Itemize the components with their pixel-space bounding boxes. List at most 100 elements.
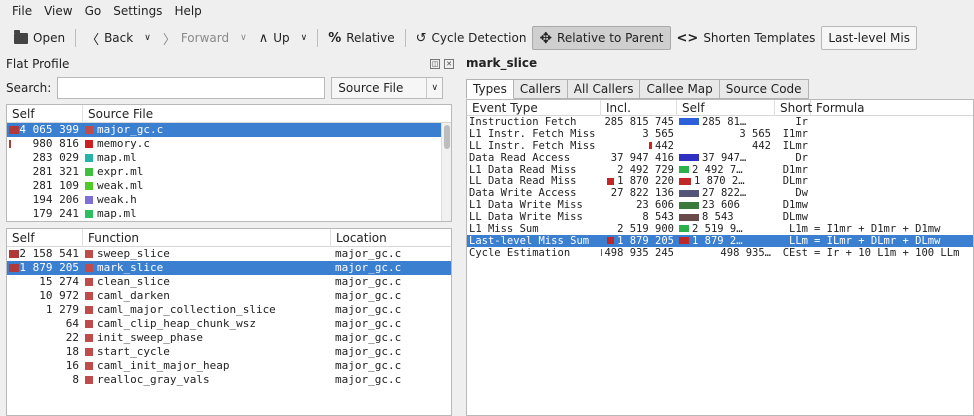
- self-cost-cell: 64: [7, 317, 83, 331]
- table-row[interactable]: 980 816 memory.c: [7, 137, 451, 151]
- column-header-self[interactable]: Self: [7, 229, 83, 247]
- event-type-table-header: Event Type Incl. Self Short Formula: [467, 100, 973, 116]
- table-row[interactable]: Data Read Access 37 947 416 37 947… Dr: [467, 152, 973, 164]
- function-name: realloc_gray_vals: [97, 373, 210, 386]
- source-file-cell: memory.c: [83, 137, 150, 151]
- table-row[interactable]: LL Data Write Miss 8 543 8 543 DLmw: [467, 211, 973, 223]
- column-header-short[interactable]: Short: [775, 100, 812, 116]
- file-color-icon: [85, 196, 93, 204]
- function-name-cell: start_cycle: [83, 345, 331, 359]
- self-cost-cell: 16: [7, 359, 83, 373]
- column-header-self[interactable]: Self: [677, 100, 775, 116]
- self-cost-value: 498 935…: [720, 246, 771, 259]
- table-row[interactable]: 1 879 205 mark_slice major_gc.c: [7, 261, 451, 275]
- tab-types[interactable]: Types: [466, 79, 514, 99]
- cycle-detection-toggle[interactable]: ↺ Cycle Detection: [410, 26, 533, 50]
- column-header-event-type[interactable]: Event Type: [467, 100, 601, 116]
- self-cost-value: 281 321: [32, 165, 79, 178]
- self-cost-cell: 37 947…: [677, 152, 775, 164]
- chevron-down-icon[interactable]: ∨: [144, 33, 151, 43]
- table-row[interactable]: 2 158 541 sweep_slice major_gc.c: [7, 247, 451, 261]
- toolbar-separator: [75, 29, 77, 47]
- menu-file[interactable]: File: [6, 0, 38, 22]
- formula: [811, 199, 973, 211]
- back-button[interactable]: 〈 Back ∨: [80, 26, 157, 50]
- search-row: Search: Source File ∨: [6, 76, 458, 100]
- table-row[interactable]: L1 Data Write Miss 23 606 23 606 D1mw: [467, 199, 973, 211]
- float-icon[interactable]: ◫: [430, 59, 440, 69]
- relative-toggle[interactable]: % Relative: [322, 26, 400, 50]
- self-cost-cell: 8: [7, 373, 83, 387]
- table-row[interactable]: L1 Instr. Fetch Miss 3 565 3 565 I1mr: [467, 128, 973, 140]
- tab-callee-map[interactable]: Callee Map: [640, 79, 720, 99]
- close-icon[interactable]: ✕: [444, 59, 454, 69]
- grouping-select[interactable]: Source File ∨: [331, 77, 444, 99]
- table-row[interactable]: 8 realloc_gray_vals major_gc.c: [7, 373, 451, 387]
- search-input[interactable]: [57, 77, 326, 99]
- file-color-icon: [85, 140, 93, 148]
- menu-settings[interactable]: Settings: [107, 0, 168, 22]
- inclusive-cost-cell: 1 879 205: [601, 235, 677, 247]
- column-header-source-file[interactable]: Source File: [83, 105, 443, 123]
- open-button[interactable]: Open: [8, 26, 71, 50]
- event-type-name: LL Data Write Miss: [469, 211, 583, 224]
- tab-callers[interactable]: Callers: [513, 79, 568, 99]
- relative-to-parent-label: Relative to Parent: [557, 31, 664, 45]
- table-row[interactable]: 16 caml_init_major_heap major_gc.c: [7, 359, 451, 373]
- table-row[interactable]: 22 init_sweep_phase major_gc.c: [7, 331, 451, 345]
- table-row[interactable]: 1 279 caml_major_collection_slice major_gc…: [7, 303, 451, 317]
- table-row[interactable]: 15 274 clean_slice major_gc.c: [7, 275, 451, 289]
- menu-help[interactable]: Help: [168, 0, 207, 22]
- table-row[interactable]: Instruction Fetch 285 815 745 285 81… Ir: [467, 116, 973, 128]
- column-header-incl[interactable]: Incl.: [601, 100, 677, 116]
- up-button[interactable]: ∧ Up ∨: [253, 26, 314, 50]
- cycle-detection-label: Cycle Detection: [431, 31, 527, 45]
- formula: [811, 175, 973, 187]
- shorten-templates-toggle[interactable]: <> Shorten Templates: [671, 26, 822, 50]
- column-header-function[interactable]: Function: [83, 229, 331, 247]
- source-file-name: major_gc.c: [97, 123, 164, 136]
- event-type-select[interactable]: Last-level Mis: [821, 26, 917, 50]
- table-row[interactable]: LL Data Read Miss 1 870 220 1 870 2… DLmr: [467, 175, 973, 187]
- tab-source-code[interactable]: Source Code: [719, 79, 809, 99]
- table-row[interactable]: L1 Data Read Miss 2 492 729 2 492 7… D1mr: [467, 164, 973, 176]
- table-row[interactable]: 18 start_cycle major_gc.c: [7, 345, 451, 359]
- formula: [811, 152, 973, 164]
- self-cost-cell: 498 935…: [677, 247, 775, 259]
- table-row[interactable]: 179 241 map.ml: [7, 207, 451, 221]
- table-row[interactable]: 194 206 weak.h: [7, 193, 451, 207]
- table-row[interactable]: Cycle Estimation 498 935 245 498 935… CEst =…: [467, 247, 973, 259]
- function-name-cell: caml_clip_heap_chunk_wsz: [83, 317, 331, 331]
- table-row[interactable]: Last-level Miss Sum 1 879 205 1 879 2… LLm =…: [467, 235, 973, 247]
- table-row[interactable]: 4 065 399 major_gc.c: [7, 123, 451, 137]
- table-row[interactable]: LL Instr. Fetch Miss 442 442 ILmr: [467, 140, 973, 152]
- chevron-down-icon[interactable]: ∨: [301, 33, 308, 43]
- move-arrows-icon: ✥: [539, 29, 553, 47]
- table-row[interactable]: Data Write Access 27 822 136 27 822… Dw: [467, 187, 973, 199]
- event-type-name: Last-level Miss Sum: [469, 234, 590, 247]
- table-row[interactable]: 281 321 expr.ml: [7, 165, 451, 179]
- source-file-name: weak.h: [97, 193, 137, 206]
- chevron-down-icon[interactable]: ∨: [240, 33, 247, 43]
- function-name-cell: mark_slice: [83, 261, 331, 275]
- scrollbar-thumb[interactable]: [444, 125, 450, 149]
- inclusive-cost-bar: [607, 237, 615, 245]
- file-color-icon: [85, 154, 93, 162]
- column-header-location[interactable]: Location: [331, 229, 451, 247]
- table-row[interactable]: 10 972 caml_darken major_gc.c: [7, 289, 451, 303]
- table-row[interactable]: 281 109 weak.ml: [7, 179, 451, 193]
- tab-all-callers[interactable]: All Callers: [567, 79, 641, 99]
- forward-button[interactable]: 〉 Forward ∨: [157, 26, 253, 50]
- table-row[interactable]: 64 caml_clip_heap_chunk_wsz major_gc.c: [7, 317, 451, 331]
- column-header-self[interactable]: Self: [7, 105, 83, 123]
- scrollbar[interactable]: [441, 123, 451, 221]
- menu-go[interactable]: Go: [79, 0, 108, 22]
- column-header-formula[interactable]: Formula: [811, 100, 973, 116]
- table-row[interactable]: 283 029 map.ml: [7, 151, 451, 165]
- relative-to-parent-toggle[interactable]: ✥ Relative to Parent: [532, 26, 671, 50]
- toolbar: Open 〈 Back ∨ 〉 Forward ∨ ∧ Up ∨ % Relat…: [0, 24, 974, 52]
- table-row[interactable]: L1 Miss Sum 2 519 900 2 519 9… L1m = I1mr + …: [467, 223, 973, 235]
- function-color-icon: [85, 264, 93, 272]
- source-file-name: map.ml: [97, 207, 137, 220]
- menu-view[interactable]: View: [38, 0, 78, 22]
